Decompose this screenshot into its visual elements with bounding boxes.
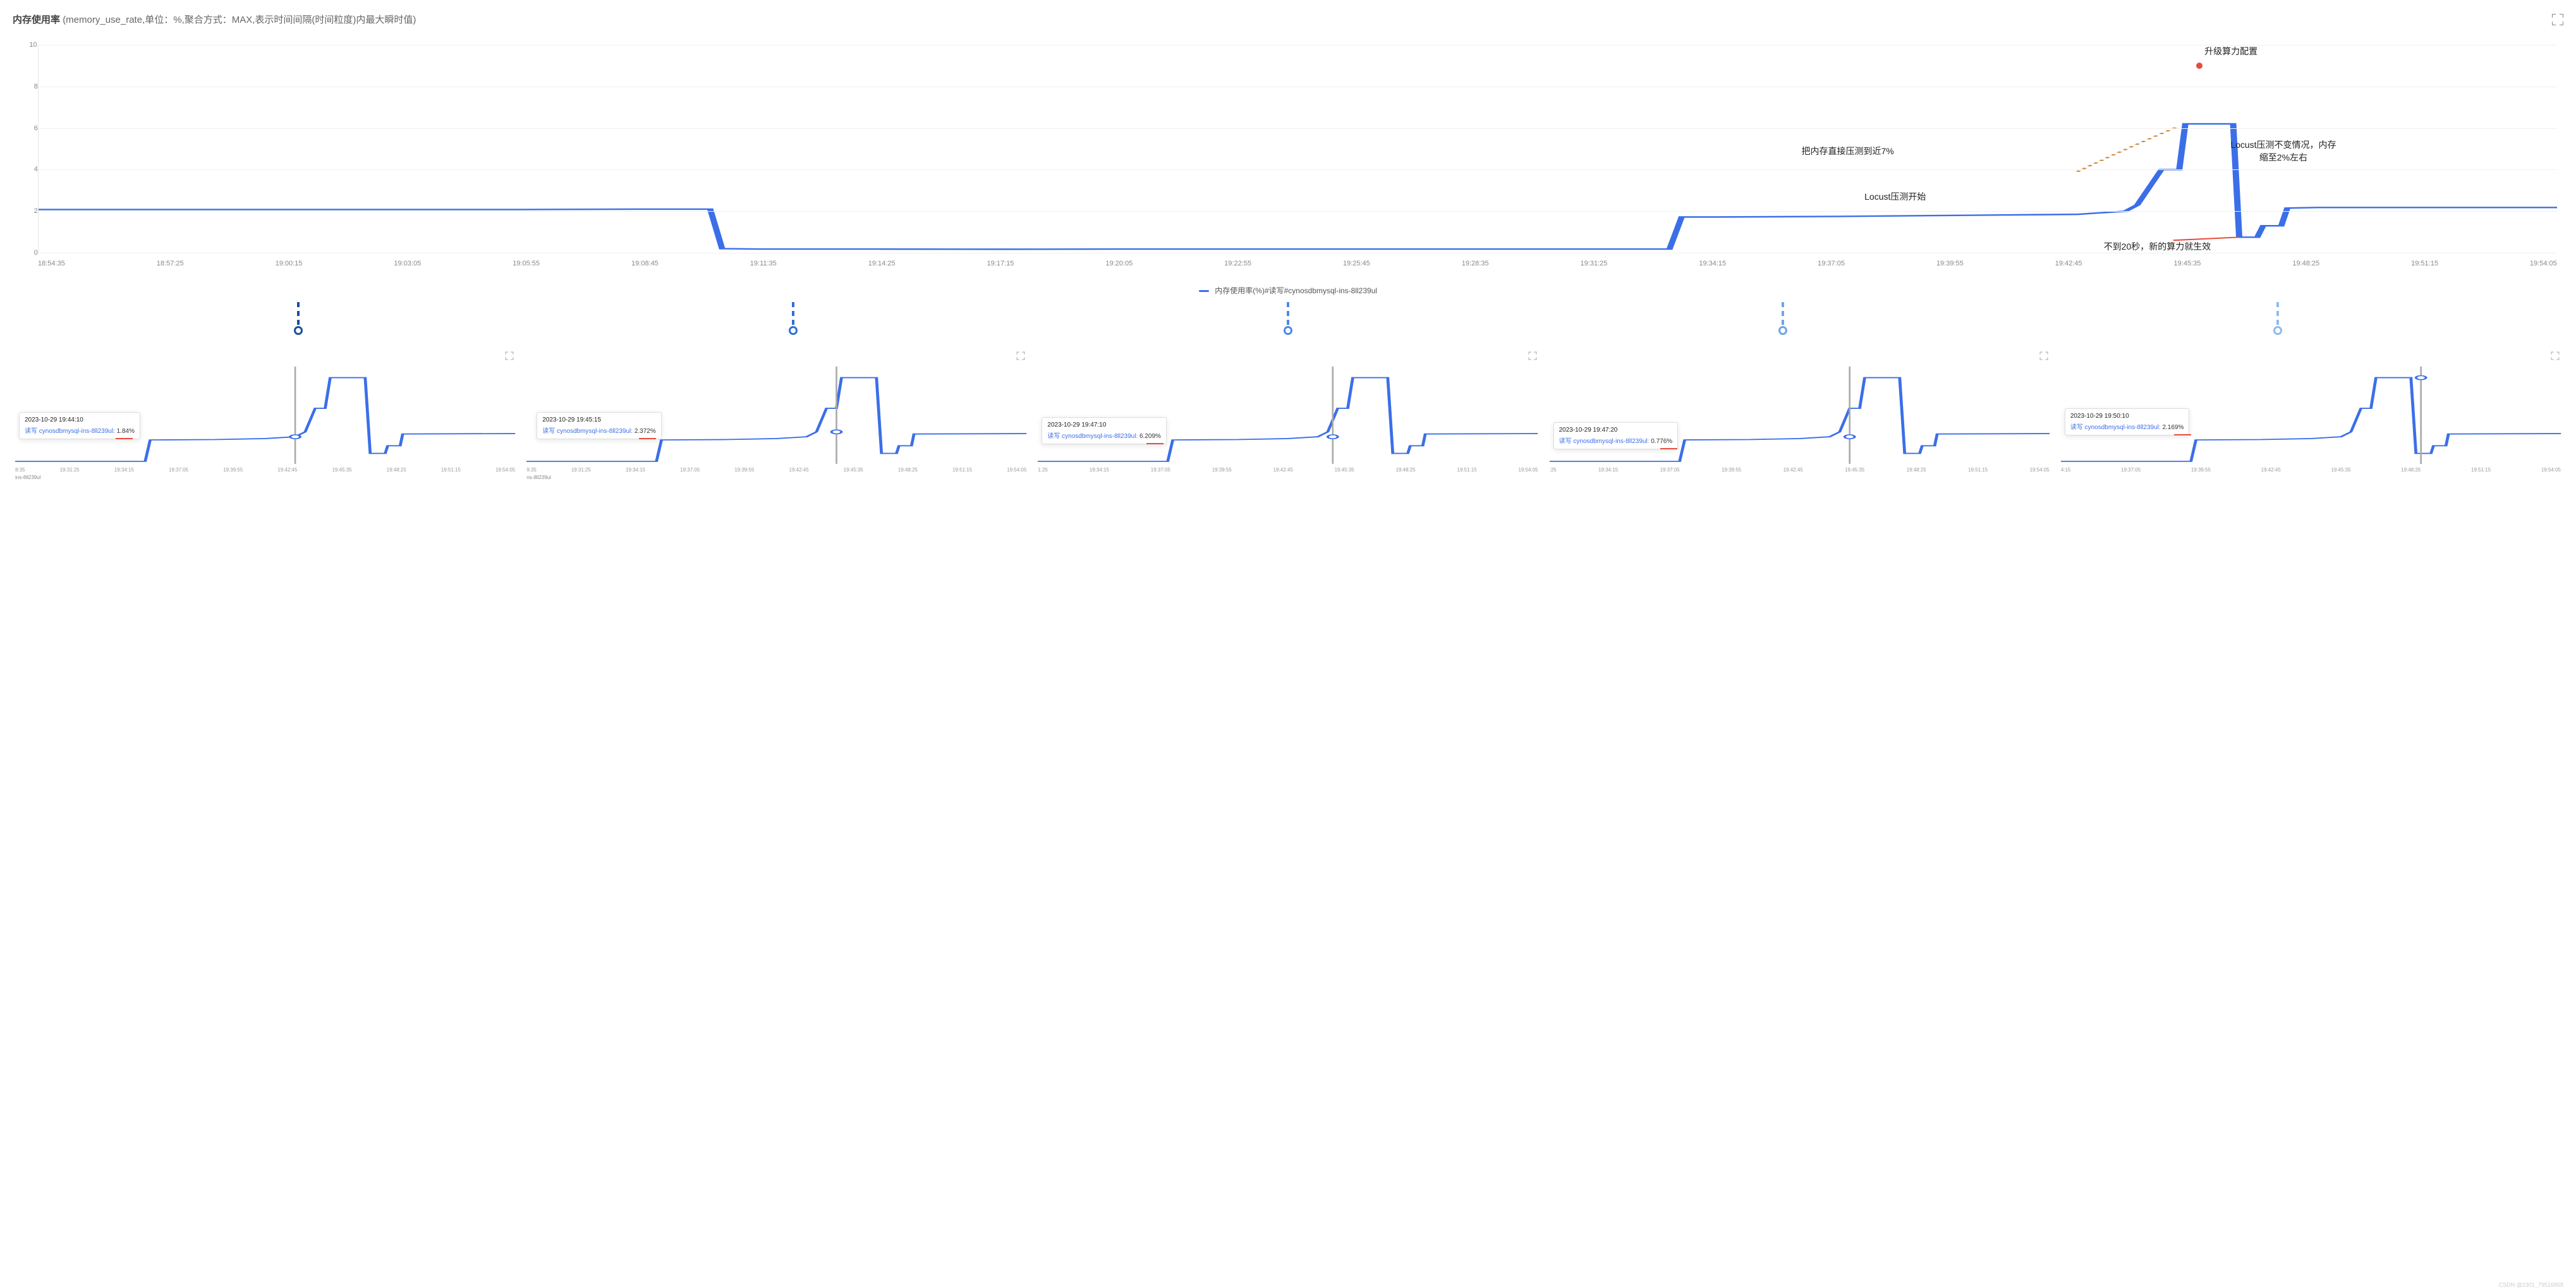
expand-icon[interactable] xyxy=(1017,352,1025,360)
watermark: CSDN @2301_79516858 xyxy=(2499,1282,2563,1288)
marker xyxy=(1284,302,1292,335)
tooltip-value: 2.169% xyxy=(2162,424,2184,431)
expand-icon[interactable] xyxy=(1528,352,1536,360)
x-tick: 19:14:25 xyxy=(868,260,896,267)
tooltip-series: 读写 cynosdbmysql-ins-8ll239ul: xyxy=(1559,438,1649,445)
tooltip: 2023-10-29 19:45:15 读写 cynosdbmysql-ins-… xyxy=(537,412,662,439)
small-x-ticks: 4:1519:37:0519:39:5519:42:4519:45:3519:4… xyxy=(2061,467,2561,473)
tooltip: 2023-10-29 19:50:10 读写 cynosdbmysql-ins-… xyxy=(2065,408,2190,435)
y-tick: 8 xyxy=(34,83,38,90)
main-line-svg xyxy=(39,45,2557,253)
tooltip-time: 2023-10-29 19:45:15 xyxy=(542,416,656,423)
marker xyxy=(2273,302,2282,335)
small-chart[interactable]: 2023-10-29 19:50:10 读写 cynosdbmysql-ins-… xyxy=(2058,348,2563,474)
main-chart[interactable]: 0 2 4 6 8 10 升级算力配置把内存直接压测到近7% Locust压测不变情况，内存缩… xyxy=(13,39,2563,279)
chart-title: 内存使用率 (memory_use_rate,单位：%,聚合方式：MAX,表示时… xyxy=(13,13,416,26)
x-tick: 19:03:05 xyxy=(394,260,421,267)
x-tick: 19:25:45 xyxy=(1343,260,1370,267)
x-tick: 19:42:45 xyxy=(2055,260,2082,267)
marker xyxy=(294,302,303,335)
small-chart[interactable]: 2023-10-29 19:47:10 读写 cynosdbmysql-ins-… xyxy=(1035,348,1540,474)
expand-icon[interactable] xyxy=(506,352,514,360)
x-tick: 19:37:05 xyxy=(1818,260,1845,267)
small-x-ticks: 8:3519:31:2519:34:1519:37:0519:39:5519:4… xyxy=(15,467,515,473)
tooltip-value: 6.209% xyxy=(1139,433,1161,440)
title-sub: (memory_use_rate,单位：%,聚合方式：MAX,表示时间间隔(时间… xyxy=(63,15,416,25)
x-tick: 19:11:35 xyxy=(750,260,777,267)
tooltip-time: 2023-10-29 19:44:10 xyxy=(25,416,135,423)
x-tick: 19:20:05 xyxy=(1105,260,1133,267)
small-charts-row: 2023-10-29 19:44:10 读写 cynosdbmysql-ins-… xyxy=(13,348,2563,474)
x-tick: 19:48:25 xyxy=(2292,260,2319,267)
x-tick: 19:00:15 xyxy=(276,260,303,267)
tooltip: 2023-10-29 19:47:10 读写 cynosdbmysql-ins-… xyxy=(1042,417,1167,444)
y-tick: 2 xyxy=(34,207,38,215)
x-tick: 19:34:15 xyxy=(1699,260,1726,267)
marker xyxy=(789,302,798,335)
x-tick: 19:22:55 xyxy=(1224,260,1251,267)
expand-icon[interactable] xyxy=(2551,352,2560,360)
tooltip-series: 读写 cynosdbmysql-ins-8ll239ul: xyxy=(25,428,115,435)
tooltip: 2023-10-29 19:47:20 读写 cynosdbmysql-ins-… xyxy=(1553,422,1679,449)
small-legend: ns-8ll239ul xyxy=(526,475,551,480)
tooltip-value: 0.776% xyxy=(1651,438,1672,445)
x-tick: 19:45:35 xyxy=(2174,260,2201,267)
tooltip-time: 2023-10-29 19:50:10 xyxy=(2070,413,2184,420)
title-main: 内存使用率 xyxy=(13,15,60,25)
x-tick: 19:17:15 xyxy=(987,260,1014,267)
tooltip-time: 2023-10-29 19:47:20 xyxy=(1559,427,1673,434)
tooltip-time: 2023-10-29 19:47:10 xyxy=(1047,422,1161,428)
x-tick: 19:05:55 xyxy=(513,260,540,267)
small-x-ticks: :2519:34:1519:37:0519:39:5519:42:4519:45… xyxy=(1550,467,2050,473)
tooltip-series: 读写 cynosdbmysql-ins-8ll239ul: xyxy=(1047,433,1138,440)
header: 内存使用率 (memory_use_rate,单位：%,聚合方式：MAX,表示时… xyxy=(13,13,2563,26)
annotation: 把内存直接压测到近7% xyxy=(1802,145,1894,157)
x-tick: 19:54:05 xyxy=(2530,260,2557,267)
annotation: 升级算力配置 xyxy=(2204,45,2257,58)
x-tick: 18:57:25 xyxy=(157,260,184,267)
markers-row xyxy=(13,296,2563,348)
plot-area: 0246810升级算力配置把内存直接压测到近7%Locust压测不变情况，内存缩… xyxy=(38,45,2557,253)
expand-icon[interactable] xyxy=(2552,14,2563,25)
annotation-dot xyxy=(2196,63,2202,69)
x-tick: 19:51:15 xyxy=(2411,260,2438,267)
small-x-ticks: 1:2519:34:1519:37:0519:39:5519:42:4519:4… xyxy=(1038,467,1538,473)
x-tick: 19:08:45 xyxy=(631,260,659,267)
x-tick: 18:54:35 xyxy=(38,260,65,267)
tooltip-series: 读写 cynosdbmysql-ins-8ll239ul: xyxy=(2070,424,2161,431)
x-tick: 19:39:55 xyxy=(1936,260,1964,267)
small-chart[interactable]: 2023-10-29 19:44:10 读写 cynosdbmysql-ins-… xyxy=(13,348,518,474)
y-tick: 10 xyxy=(29,41,37,49)
legend-swatch xyxy=(1199,290,1209,292)
small-chart[interactable]: 2023-10-29 19:47:20 读写 cynosdbmysql-ins-… xyxy=(1547,348,2052,474)
marker xyxy=(1778,302,1787,335)
tooltip-value: 2.372% xyxy=(635,428,656,435)
annotation: 不到20秒，新的算力就生效 xyxy=(2104,240,2211,253)
annotation: Locust压测不变情况，内存缩至2%左右 xyxy=(2230,138,2337,164)
small-x-ticks: 9:3519:31:2519:34:1519:37:0519:39:5519:4… xyxy=(526,467,1026,473)
small-chart[interactable]: 2023-10-29 19:45:15 读写 cynosdbmysql-ins-… xyxy=(524,348,1029,474)
tooltip: 2023-10-29 19:44:10 读写 cynosdbmysql-ins-… xyxy=(19,412,140,439)
x-tick: 19:31:25 xyxy=(1581,260,1608,267)
annotation: Locust压测开始 xyxy=(1864,190,1926,203)
tooltip-series: 读写 cynosdbmysql-ins-8ll239ul: xyxy=(542,428,633,435)
expand-icon[interactable] xyxy=(2040,352,2048,360)
x-tick: 19:28:35 xyxy=(1462,260,1489,267)
x-axis-ticks: 18:54:35 18:57:25 19:00:15 19:03:05 19:05:55… xyxy=(38,260,2557,267)
tooltip-value: 1.84% xyxy=(117,428,135,435)
y-tick: 6 xyxy=(34,125,38,132)
y-tick: 0 xyxy=(34,249,38,257)
small-legend: ins-8ll239ul xyxy=(15,475,40,480)
legend: 内存使用率(%)#读写#cynosdbmysql-ins-8ll239ul xyxy=(13,285,2563,296)
y-tick: 4 xyxy=(34,166,38,173)
legend-text: 内存使用率(%)#读写#cynosdbmysql-ins-8ll239ul xyxy=(1215,286,1377,295)
